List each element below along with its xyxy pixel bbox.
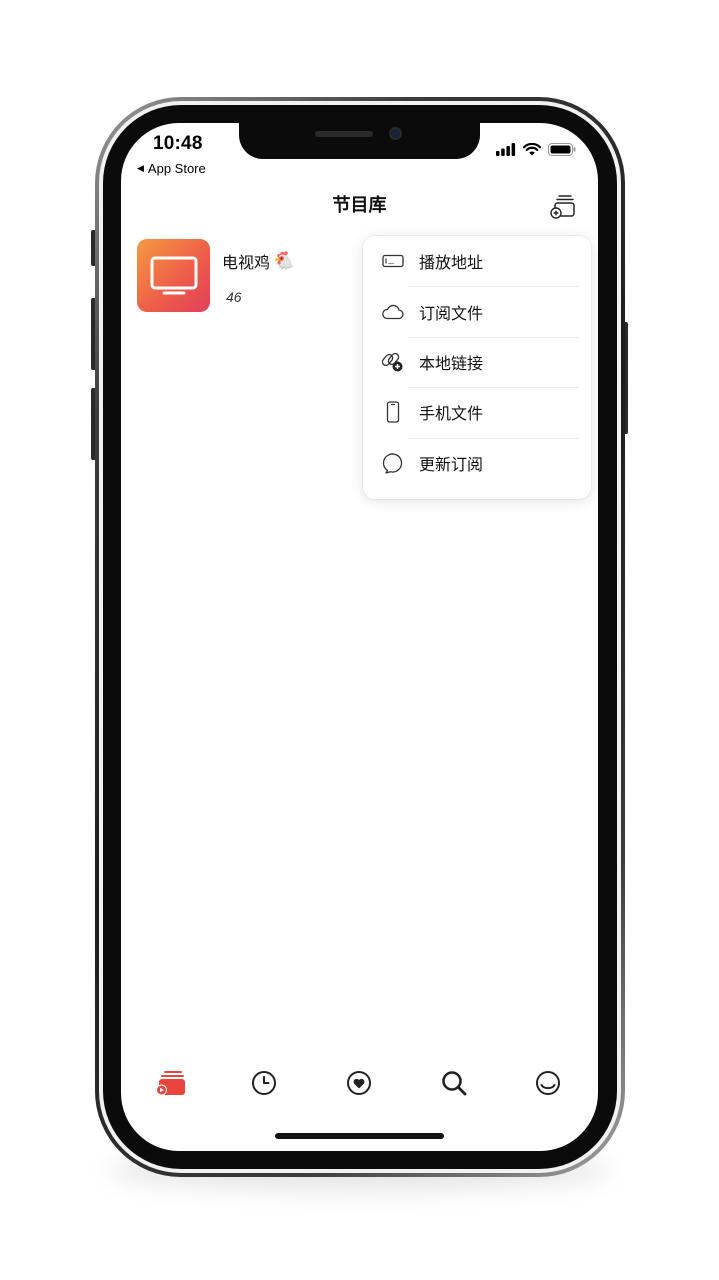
- channel-title[interactable]: 电视鸡 🐔: [222, 249, 294, 273]
- page-title: 节目库: [332, 195, 387, 216]
- tab-profile[interactable]: [528, 1063, 568, 1103]
- tab-bar: [121, 1063, 598, 1103]
- channel-thumbnail[interactable]: [137, 239, 210, 312]
- menu-item-label: 本地链接: [419, 353, 484, 373]
- menu-item-update-subscription[interactable]: 更新订阅: [363, 437, 591, 488]
- clock-icon: [252, 1071, 276, 1095]
- back-label: App Store: [147, 161, 206, 176]
- status-icons: [496, 143, 576, 156]
- profile-icon: [536, 1071, 560, 1095]
- earpiece-speaker: [315, 131, 373, 137]
- menu-item-play-address[interactable]: 播放地址: [363, 236, 591, 286]
- back-to-app-store[interactable]: ◀ App Store: [137, 161, 206, 176]
- channel-count: 46: [226, 289, 242, 305]
- battery-icon: [548, 143, 576, 156]
- cellular-signal-icon: [496, 143, 516, 156]
- search-icon: [442, 1071, 467, 1096]
- link-add-icon: [381, 350, 405, 374]
- back-arrow-icon: ◀: [137, 163, 144, 173]
- tab-history[interactable]: [244, 1063, 284, 1103]
- status-time: 10:48: [153, 133, 203, 154]
- menu-item-subscription-file[interactable]: 订阅文件: [363, 286, 591, 336]
- add-source-button[interactable]: [550, 193, 576, 219]
- tab-search[interactable]: [434, 1063, 474, 1103]
- chat-bubble-icon: [381, 451, 405, 475]
- menu-item-label: 播放地址: [419, 253, 484, 273]
- menu-item-label: 订阅文件: [419, 303, 484, 323]
- phone-icon: [381, 400, 405, 424]
- menu-item-local-link[interactable]: 本地链接: [363, 336, 591, 387]
- menu-item-label: 更新订阅: [419, 454, 484, 474]
- menu-item-label: 手机文件: [419, 404, 484, 424]
- front-camera: [389, 127, 402, 140]
- chicken-emoji: 🐔: [273, 251, 295, 271]
- tab-favorites[interactable]: [339, 1063, 379, 1103]
- stack-plus-icon: [550, 195, 575, 219]
- notch: [239, 123, 480, 159]
- cloud-icon: [381, 300, 405, 324]
- channel-name: 电视鸡: [222, 253, 271, 272]
- app-screen: 10:48 ◀ App Store 节目库 电视鸡 🐔 46 播放地址 订阅文件…: [121, 123, 598, 1151]
- library-icon: [156, 1071, 185, 1096]
- tv-icon: [150, 256, 197, 294]
- add-source-menu: 播放地址 订阅文件 本地链接 手机文件 更新订阅: [363, 236, 591, 499]
- heart-icon: [347, 1071, 371, 1095]
- address-field-icon: [381, 249, 405, 273]
- home-indicator: [275, 1133, 444, 1139]
- menu-item-phone-file[interactable]: 手机文件: [363, 387, 591, 437]
- wifi-icon: [523, 143, 541, 156]
- tab-library[interactable]: [151, 1063, 191, 1103]
